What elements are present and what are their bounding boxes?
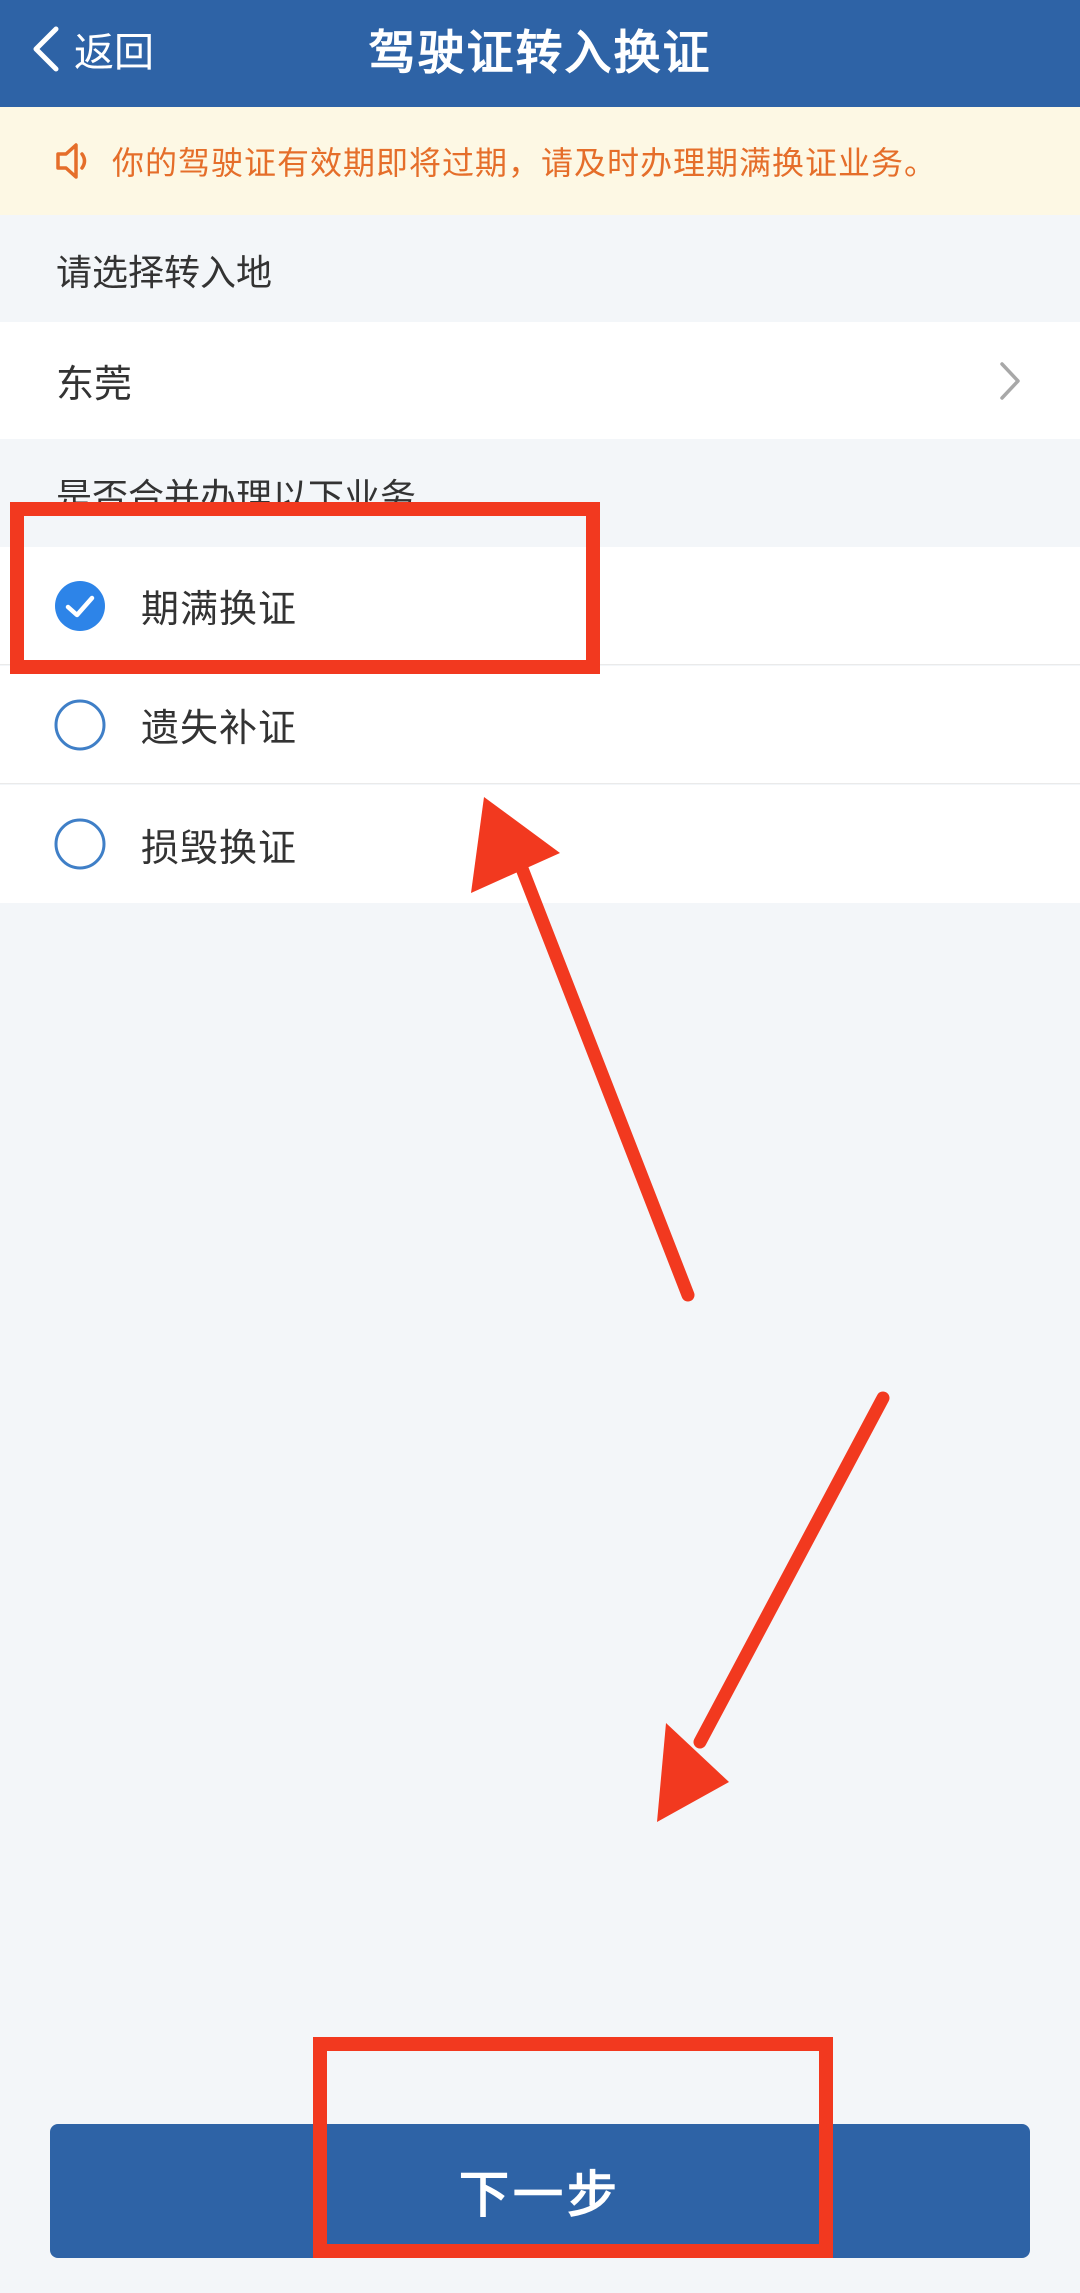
option-expiry-renewal[interactable]: 期满换证 xyxy=(0,547,1080,665)
speaker-icon xyxy=(56,143,87,179)
city-selector[interactable]: 东莞 xyxy=(0,322,1080,439)
arrow-down-icon xyxy=(657,1391,890,1822)
page-title: 驾驶证转入换证 xyxy=(368,26,712,81)
option-lost-replacement[interactable]: 遗失补证 xyxy=(0,666,1080,784)
expiry-notice-banner: 你的驾驶证有效期即将过期，请及时办理期满换证业务。 xyxy=(0,107,1080,215)
unchecked-radio-icon[interactable] xyxy=(54,699,106,751)
option-damage-replacement[interactable]: 损毁换证 xyxy=(0,785,1080,903)
selected-city: 东莞 xyxy=(56,362,133,406)
option-label: 期满换证 xyxy=(141,587,298,631)
option-label: 遗失补证 xyxy=(141,706,298,750)
notice-text: 你的驾驶证有效期即将过期，请及时办理期满换证业务。 xyxy=(112,144,938,182)
services-section-label: 是否合并办理以下业务 xyxy=(56,477,417,518)
app-header: 返回 驾驶证转入换证 xyxy=(0,0,1080,107)
chevron-right-icon xyxy=(1000,362,1020,400)
checked-radio-icon[interactable] xyxy=(54,580,106,632)
transfer-section-label: 请选择转入地 xyxy=(56,253,273,294)
next-step-button[interactable]: 下一步 xyxy=(50,2124,1030,2258)
unchecked-radio-icon[interactable] xyxy=(54,818,106,870)
option-label: 损毁换证 xyxy=(141,825,298,870)
